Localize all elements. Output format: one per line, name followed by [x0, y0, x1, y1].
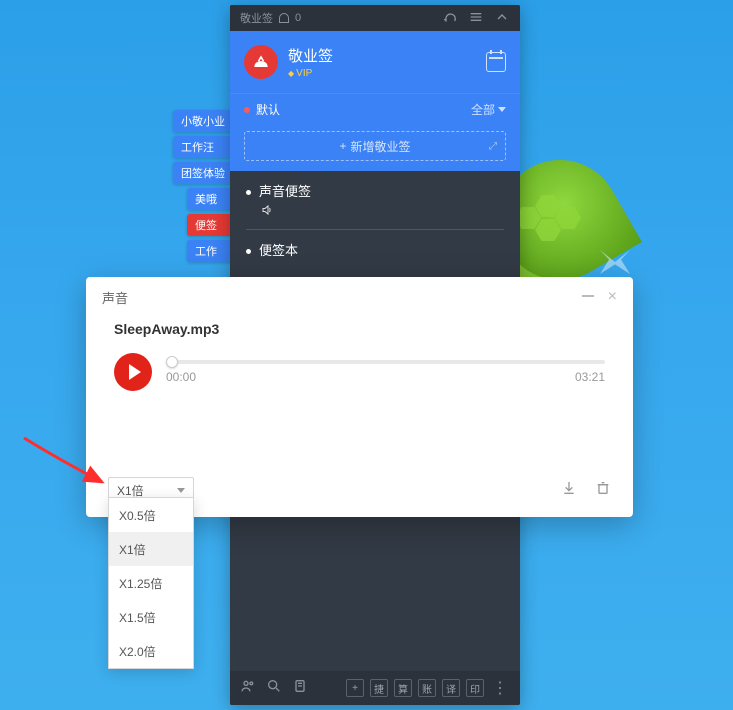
speed-option[interactable]: X2.0倍	[109, 634, 193, 668]
speed-option[interactable]: X1.25倍	[109, 566, 193, 600]
app-name: 敬业签	[288, 45, 333, 66]
account-button[interactable]: 账	[418, 679, 436, 697]
category-bar: 默认 全部	[230, 93, 520, 125]
side-category-tabs: 小敬小业 工作汪 团签体验 美哦 便签 工作	[173, 110, 233, 266]
note-title: 声音便签	[259, 184, 311, 199]
app-header: 敬业签 VIP	[230, 31, 520, 93]
note-item[interactable]: 声音便签	[230, 171, 520, 229]
speed-dropdown: X0.5倍 X1倍 X1.25倍 X1.5倍 X2.0倍	[108, 497, 194, 669]
calendar-icon[interactable]	[486, 52, 506, 72]
side-tab[interactable]: 工作	[187, 240, 233, 262]
side-tab[interactable]: 工作汪	[173, 136, 233, 158]
chevron-down-icon	[498, 107, 506, 112]
sound-icon[interactable]	[260, 204, 504, 219]
add-note-label: 新增敬业签	[351, 138, 411, 155]
play-icon	[129, 364, 141, 380]
note-title: 便签本	[259, 243, 298, 258]
calc-button[interactable]: 算	[394, 679, 412, 697]
delete-button[interactable]	[595, 480, 611, 501]
add-square-button[interactable]: +	[346, 679, 364, 697]
side-tab[interactable]: 团签体验	[173, 162, 233, 184]
side-tab[interactable]: 美哦	[187, 188, 233, 210]
contacts-icon[interactable]	[240, 678, 256, 699]
close-button[interactable]: ×	[608, 289, 617, 305]
side-tab[interactable]: 小敬小业	[173, 110, 233, 132]
app-logo	[244, 45, 278, 79]
add-note-button[interactable]: + 新增敬业签 ⤢	[244, 131, 506, 161]
bell-count: 0	[295, 12, 301, 24]
translate-button[interactable]: 译	[442, 679, 460, 697]
filter-dropdown[interactable]: 全部	[471, 101, 506, 118]
app-title: 敬业签	[240, 10, 273, 26]
speed-option[interactable]: X1倍	[109, 532, 193, 566]
audio-player: 00:00 03:21	[86, 353, 633, 391]
app-titlebar: 敬业签 0	[230, 5, 520, 31]
collapse-icon[interactable]	[494, 9, 510, 28]
vip-badge: VIP	[288, 68, 333, 79]
side-tab[interactable]: 便签	[187, 214, 233, 236]
play-button[interactable]	[114, 353, 152, 391]
more-icon[interactable]: ⋮	[490, 678, 510, 698]
menu-icon[interactable]	[468, 9, 484, 28]
shortcut-button[interactable]: 捷	[370, 679, 388, 697]
category-dot	[244, 107, 250, 113]
plus-icon: +	[339, 139, 346, 153]
audio-filename: SleepAway.mp3	[86, 317, 633, 353]
clipboard-icon[interactable]	[292, 678, 308, 699]
speed-option[interactable]: X1.5倍	[109, 600, 193, 634]
sync-icon[interactable]	[442, 9, 458, 28]
seek-thumb[interactable]	[166, 356, 178, 368]
print-button[interactable]: 印	[466, 679, 484, 697]
sound-dialog: 声音 × SleepAway.mp3 00:00 03:21 X1倍	[86, 277, 633, 517]
note-list: 声音便签 便签本	[230, 171, 520, 269]
expand-icon[interactable]: ⤢	[489, 141, 497, 152]
category-name[interactable]: 默认	[256, 101, 280, 118]
download-button[interactable]	[561, 480, 577, 501]
speed-option[interactable]: X0.5倍	[109, 498, 193, 532]
seek-track[interactable]	[166, 360, 605, 364]
speed-selected-label: X1倍	[117, 482, 144, 499]
dialog-title: 声音	[102, 288, 128, 307]
search-icon[interactable]	[266, 678, 282, 699]
minimize-button[interactable]	[582, 289, 594, 305]
note-item[interactable]: 便签本	[230, 230, 520, 269]
chevron-down-icon	[177, 488, 185, 493]
annotation-arrow	[20, 430, 110, 500]
filter-label: 全部	[471, 101, 495, 118]
app-bottom-toolbar: + 捷 算 账 译 印 ⋮	[230, 671, 520, 705]
duration: 03:21	[575, 370, 605, 384]
bell-icon[interactable]	[279, 13, 289, 23]
current-time: 00:00	[166, 370, 196, 384]
